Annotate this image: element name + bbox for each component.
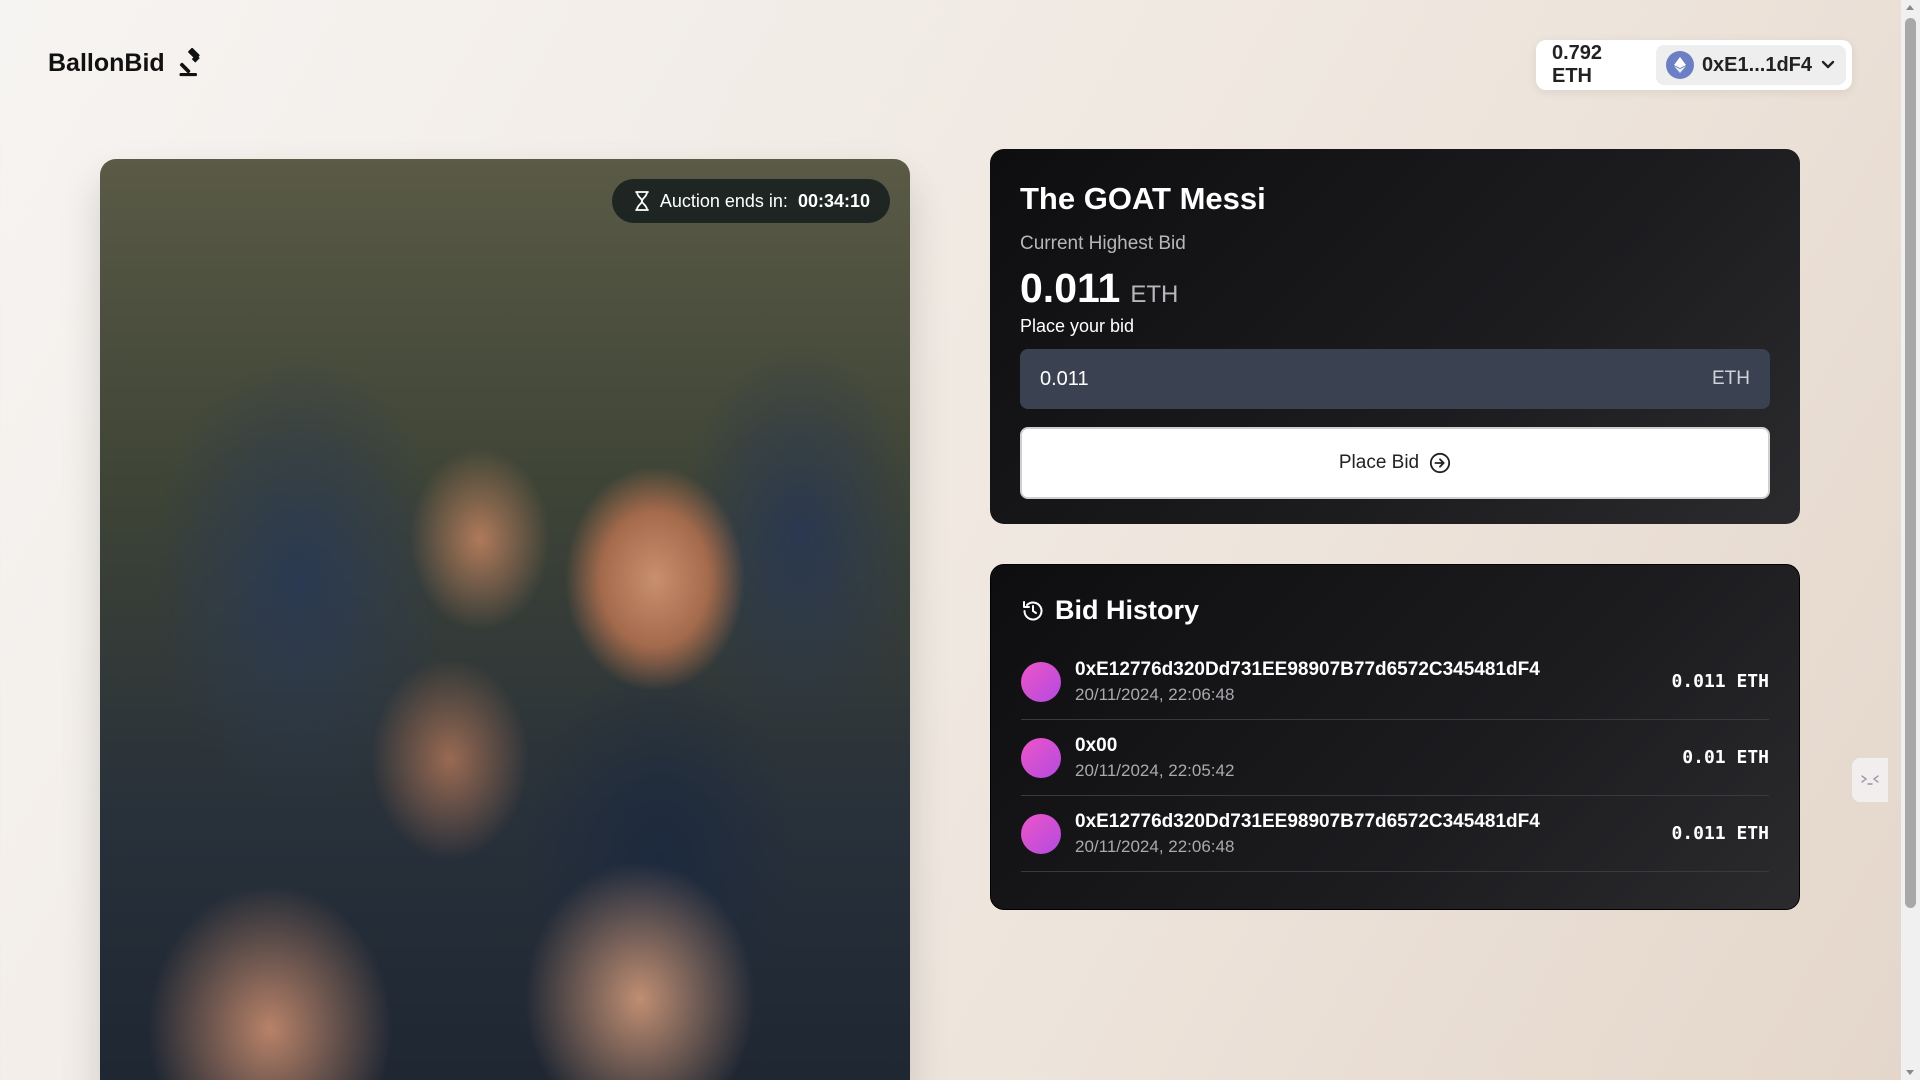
bid-amount: 0.011 ETH [1671, 671, 1769, 692]
scroll-up-icon[interactable] [1906, 5, 1914, 10]
wallet-address: 0xE1...1dF4 [1701, 53, 1812, 76]
bid-timestamp: 20/11/2024, 22:06:48 [1075, 684, 1235, 704]
current-bid-value: 0.011 [1020, 265, 1121, 311]
bid-amount: 0.011 ETH [1671, 823, 1769, 844]
bid-row: 0xE12776d320Dd731EE98907B77d6572C345481d… [1021, 796, 1769, 872]
scrollbar-thumb[interactable] [1905, 18, 1916, 908]
bid-input-unit: ETH [1712, 368, 1750, 389]
hourglass-icon [634, 191, 649, 211]
current-bid-unit: ETH [1130, 281, 1179, 308]
place-bid-label: Place your bid [1020, 316, 1135, 336]
bid-row: 0xE12776d320Dd731EE98907B77d6572C345481d… [1021, 644, 1769, 720]
bid-row: 0x00 20/11/2024, 22:05:42 0.01 ETH [1021, 720, 1769, 796]
bid-history-list: 0xE12776d320Dd731EE98907B77d6572C345481d… [1021, 644, 1769, 872]
nft-image: Auction ends in: 00:34:10 [100, 159, 910, 1080]
bid-timestamp: 20/11/2024, 22:06:48 [1075, 836, 1235, 856]
bidder-address: 0xE12776d320Dd731EE98907B77d6572C345481d… [1075, 658, 1540, 680]
vertical-scrollbar[interactable] [1901, 0, 1920, 1080]
bid-amount: 0.01 ETH [1682, 747, 1769, 768]
gavel-icon [179, 48, 200, 77]
bid-history-title: Bid History [1055, 595, 1200, 625]
auction-timer: Auction ends in: 00:34:10 [611, 179, 890, 223]
scroll-down-icon[interactable] [1906, 1070, 1914, 1075]
ethereum-icon [1665, 51, 1694, 79]
place-bid-button-label: Place Bid [1338, 452, 1420, 473]
bidder-address: 0x00 [1075, 734, 1118, 756]
brand-logo[interactable]: BallonBid [48, 48, 207, 78]
history-icon [1023, 600, 1043, 620]
bidder-avatar [1021, 737, 1061, 778]
extension-icon [1861, 775, 1879, 785]
bidder-avatar [1021, 661, 1061, 702]
nft-title: The GOAT Messi [1020, 181, 1266, 216]
bid-timestamp: 20/11/2024, 22:05:42 [1075, 760, 1235, 780]
current-bid: 0.011 ETH [1020, 265, 1770, 312]
wallet-widget[interactable]: 0.792 ETH 0xE1...1dF4 [1536, 40, 1852, 90]
arrow-right-circle-icon [1430, 452, 1451, 474]
place-bid-button[interactable]: Place Bid [1020, 427, 1770, 499]
current-bid-label: Current Highest Bid [1020, 233, 1186, 254]
bidder-avatar [1021, 813, 1061, 854]
timer-value: 00:34:10 [797, 190, 870, 211]
bid-amount-field[interactable]: ETH [1020, 349, 1770, 409]
timer-label: Auction ends in: [659, 190, 788, 211]
bid-panel: The GOAT Messi Current Highest Bid 0.011… [990, 149, 1800, 524]
account-dropdown[interactable]: 0xE1...1dF4 [1655, 45, 1846, 85]
bid-history-header: Bid History [1021, 595, 1769, 626]
bid-history-panel: Bid History 0xE12776d320Dd731EE98907B77d… [990, 564, 1800, 910]
wallet-balance: 0.792 ETH [1552, 42, 1603, 87]
bidder-address: 0xE12776d320Dd731EE98907B77d6572C345481d… [1075, 810, 1540, 832]
brand-name: BallonBid [48, 48, 165, 77]
extension-side-tab[interactable] [1852, 758, 1888, 802]
bid-amount-input[interactable] [1040, 367, 1640, 391]
chevron-down-icon [1821, 60, 1835, 69]
